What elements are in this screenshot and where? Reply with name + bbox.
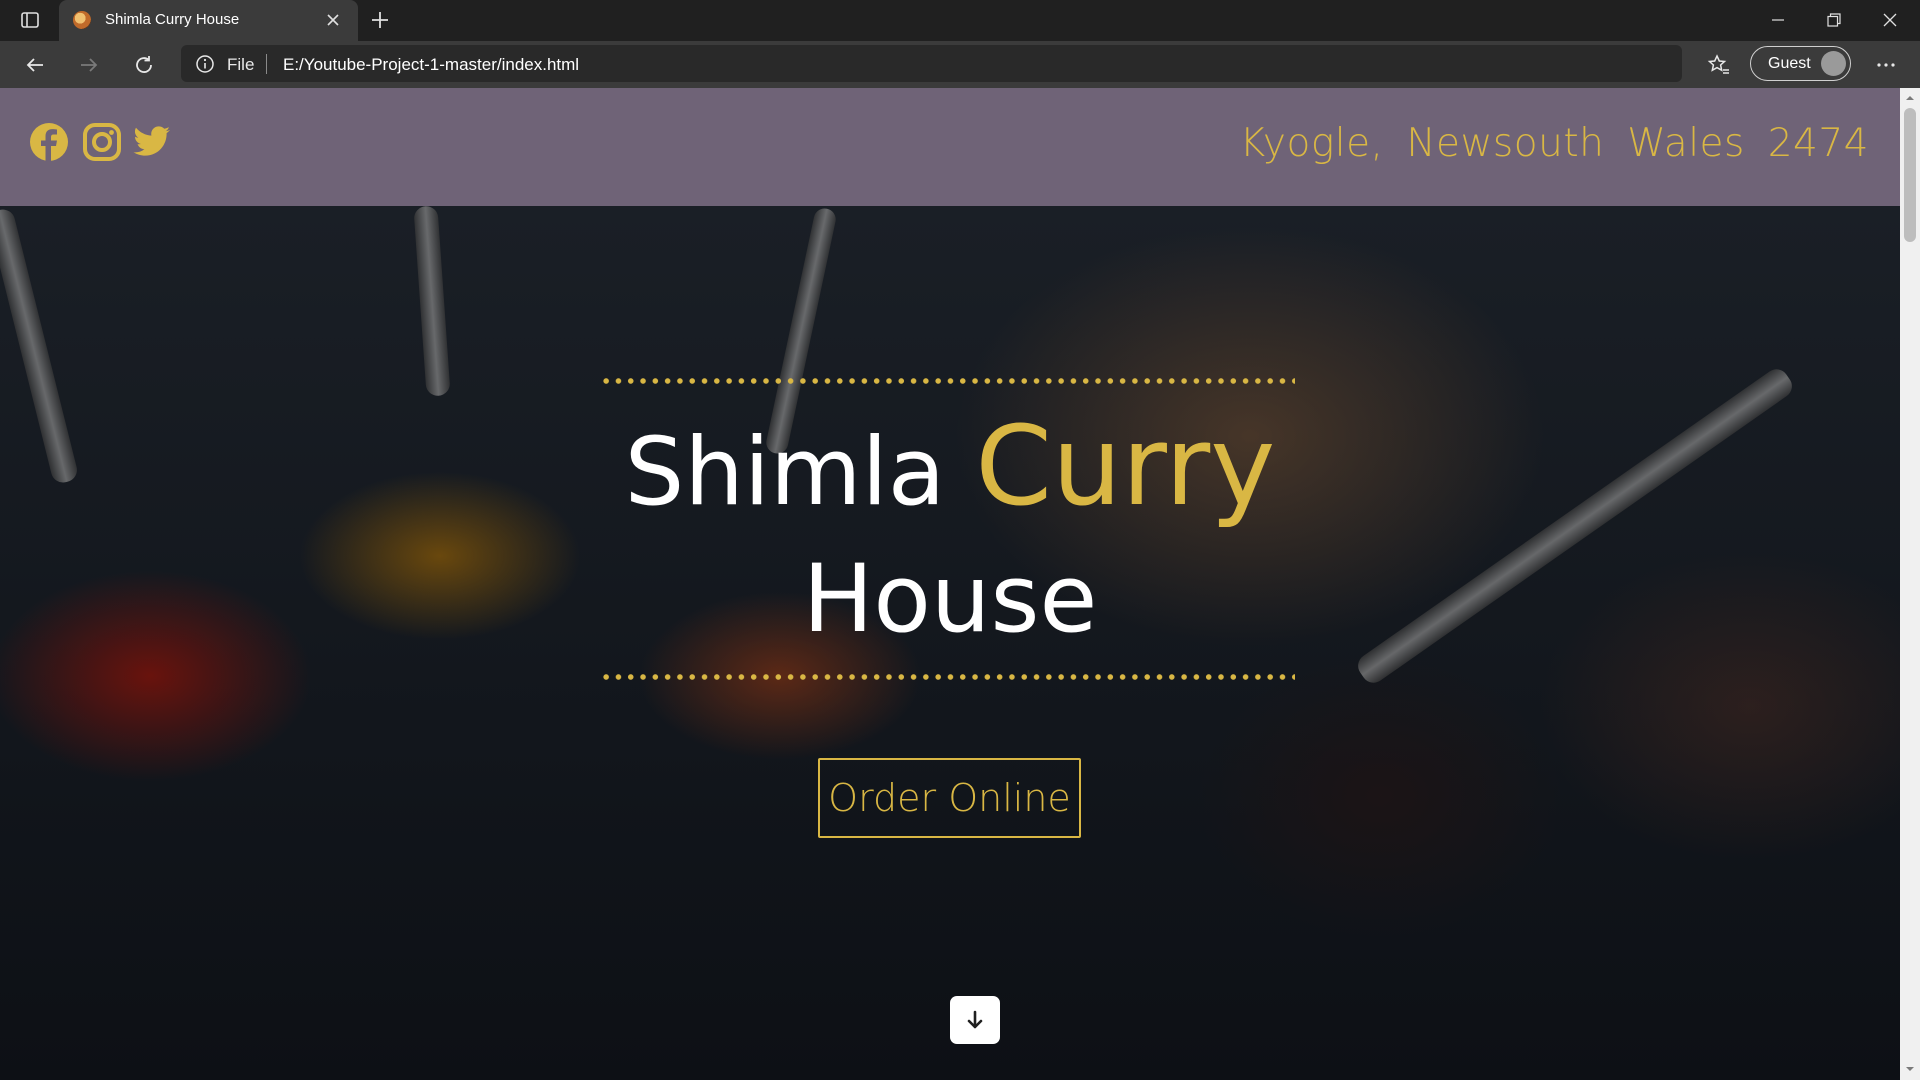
forward-button[interactable] [74,50,104,80]
address-scheme-label: File [227,55,255,74]
location-address: Kyogle, Newsouth Wales 2474 [1239,121,1869,166]
scroll-down-button[interactable] [950,996,1000,1044]
minimize-button[interactable] [1750,0,1806,40]
favorites-icon[interactable] [1704,50,1734,80]
restore-icon [1827,13,1841,27]
close-icon [1883,13,1897,27]
close-tab-icon[interactable] [325,12,341,28]
forward-arrow-icon [81,58,98,72]
spoon-handle-image [413,206,451,397]
twitter-icon[interactable] [132,122,172,162]
back-button[interactable] [20,50,50,80]
hero-title-word-shimla: Shimla [624,418,946,527]
new-tab-icon[interactable] [369,9,391,31]
hero-section: Shimla Curry House Order Online [0,206,1900,1080]
hero-title-line-2: House [802,545,1098,654]
instagram-icon[interactable] [82,122,122,162]
hero-title-line-1: Shimla Curry [0,411,1900,521]
vertical-scrollbar[interactable] [1900,88,1920,1080]
tab-title: Shimla Curry House [105,11,240,28]
browser-tab[interactable]: Shimla Curry House [59,0,358,41]
browser-titlebar: Shimla Curry House [0,0,1920,41]
close-window-button[interactable] [1862,0,1918,40]
profile-label: Guest [1768,55,1811,72]
minimize-icon [1772,19,1784,21]
bottom-dotted-divider [600,674,1295,680]
back-arrow-icon [26,58,43,72]
site-header: Kyogle, Newsouth Wales 2474 [0,88,1900,206]
avatar-icon [1821,51,1846,76]
arrow-down-icon [967,1010,983,1029]
more-options-icon[interactable] [1871,50,1901,80]
scrollbar-thumb[interactable] [1904,108,1916,242]
facebook-icon[interactable] [29,122,69,162]
order-online-button[interactable]: Order Online [818,758,1081,838]
site-favicon-icon [73,11,91,29]
hero-title-word-curry: Curry [975,402,1276,530]
profile-button[interactable]: Guest [1750,46,1851,81]
tab-actions-icon[interactable] [20,10,40,30]
address-bar[interactable]: File E:/Youtube-Project-1-master/index.h… [181,45,1682,82]
scroll-up-icon[interactable] [1904,92,1916,104]
url-text[interactable]: E:/Youtube-Project-1-master/index.html [283,55,579,75]
scroll-down-icon[interactable] [1904,1063,1916,1075]
browser-toolbar: File E:/Youtube-Project-1-master/index.h… [0,41,1920,88]
restore-button[interactable] [1806,0,1862,40]
address-separator [266,54,267,74]
info-icon[interactable] [195,54,215,74]
top-dotted-divider [600,378,1295,384]
reload-icon [136,56,152,73]
page-viewport: Kyogle, Newsouth Wales 2474 Shimla Curry… [0,88,1900,1080]
reload-button[interactable] [129,50,159,80]
